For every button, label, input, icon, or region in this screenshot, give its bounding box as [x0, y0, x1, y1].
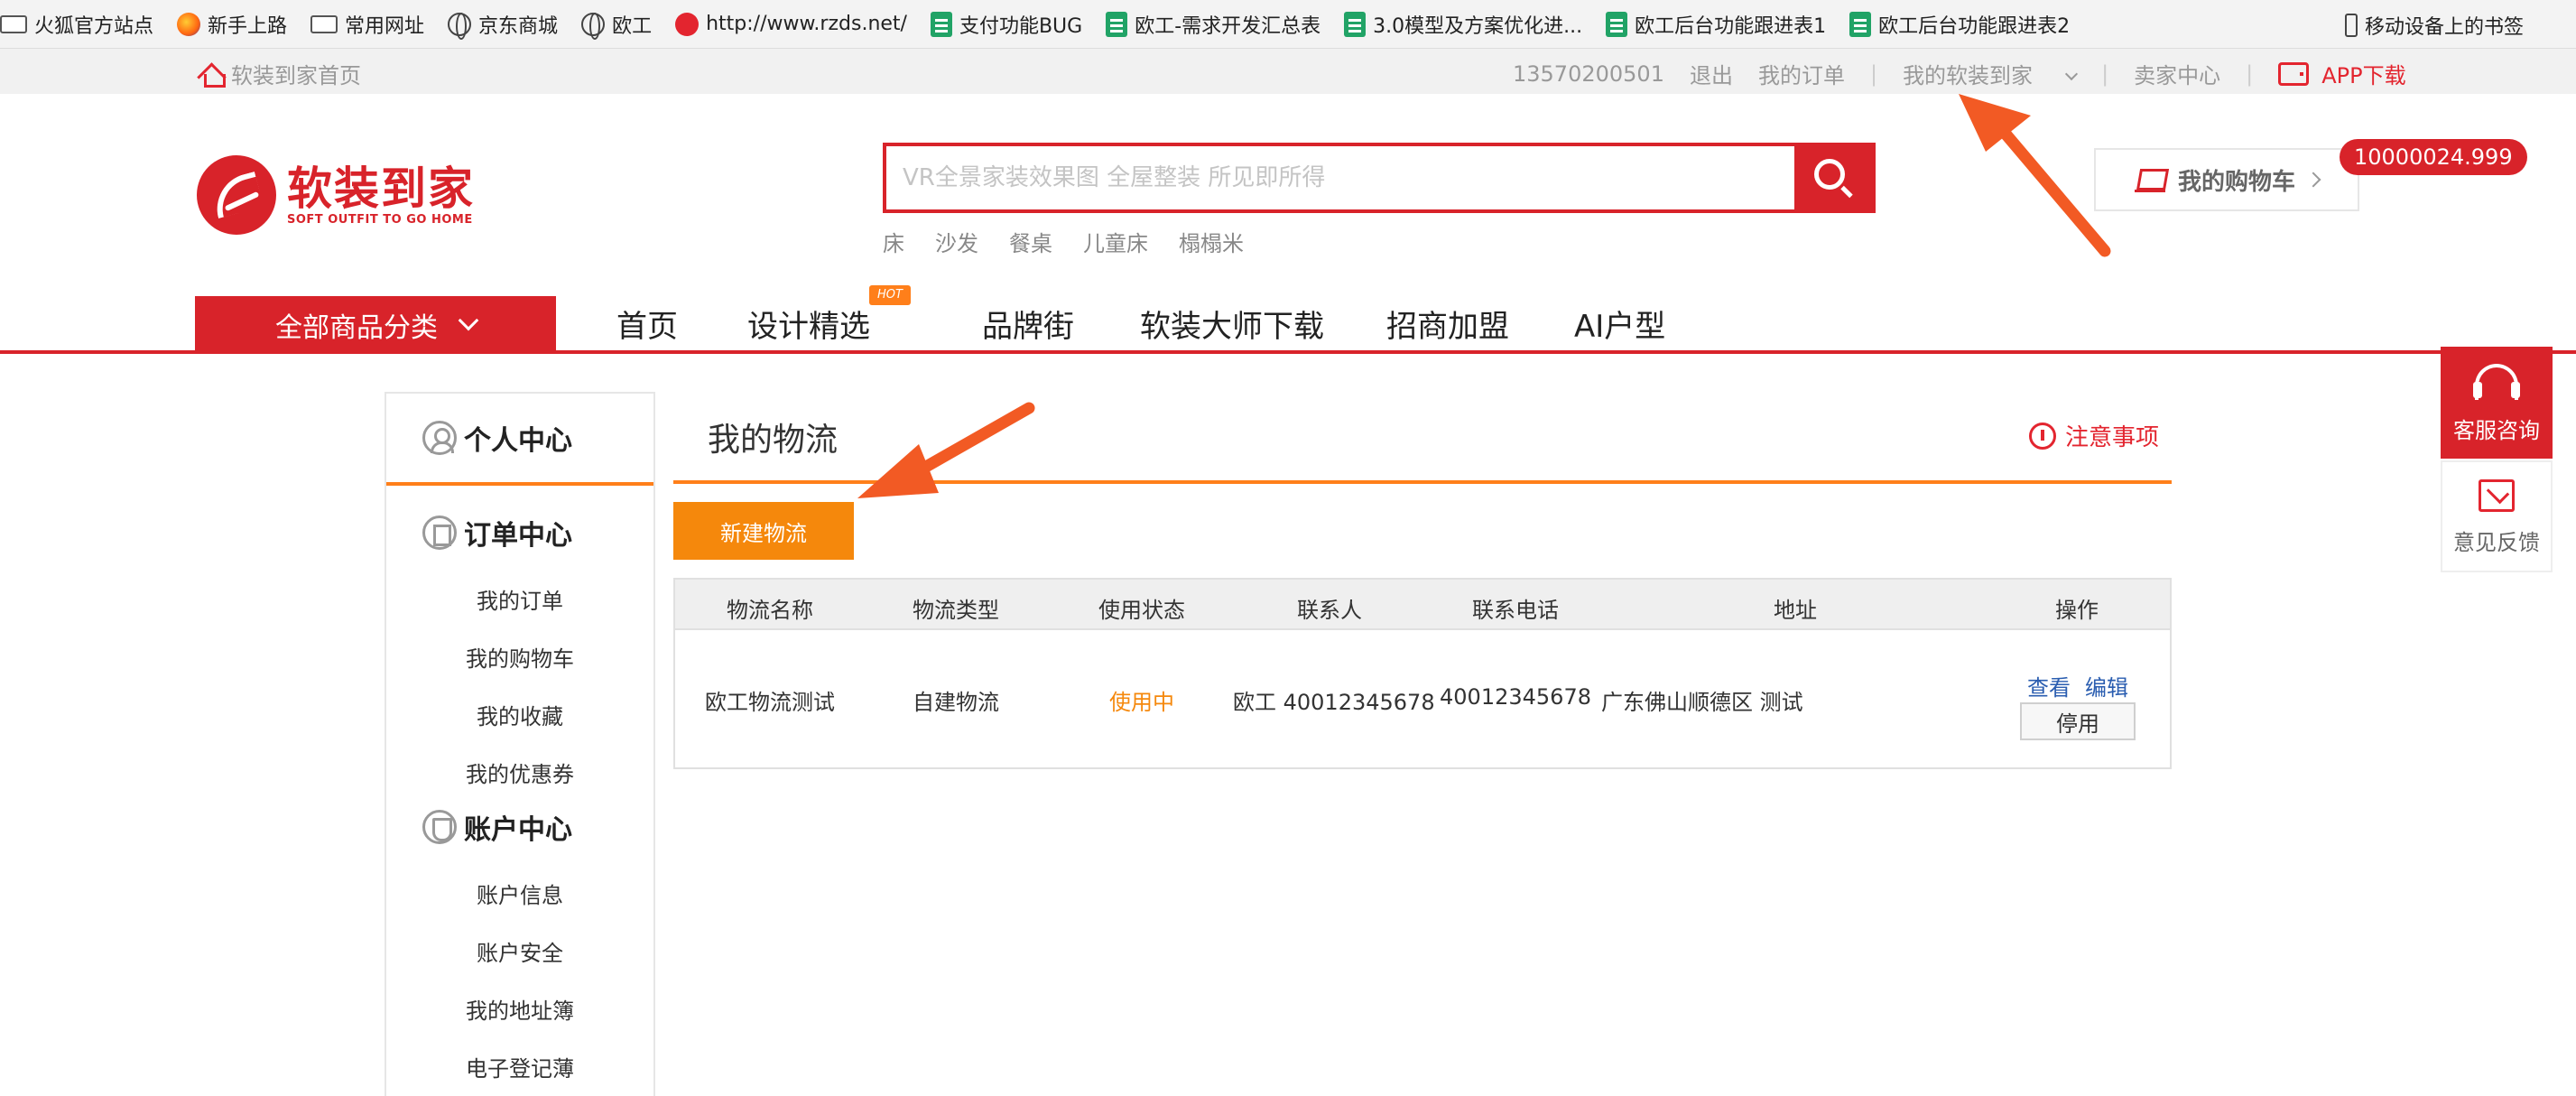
arrow-to-new-button — [857, 402, 1035, 498]
arrow-to-account-menu — [1959, 94, 2111, 257]
annotation-arrows — [857, 94, 2111, 498]
